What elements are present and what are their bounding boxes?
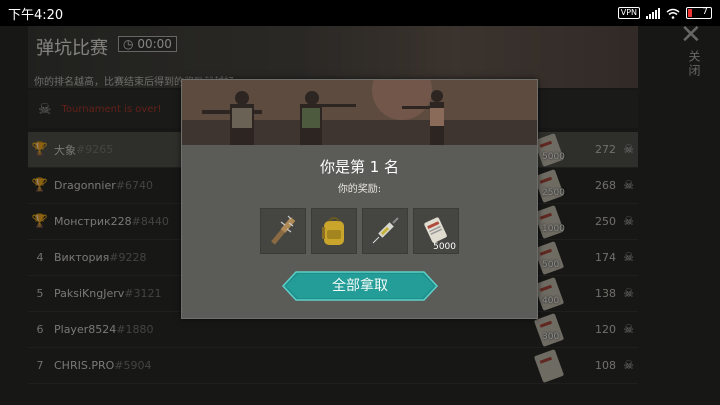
reward-label: 你的奖励: <box>337 184 382 195</box>
status-icons: VPN 7 <box>617 7 712 19</box>
item-count: 5000 <box>433 242 456 252</box>
spiked-club-icon <box>271 215 296 245</box>
placement-text: 你是第 1 名 <box>319 158 400 176</box>
reward-item-club[interactable] <box>260 208 306 254</box>
reward-item-backpack[interactable] <box>311 208 357 254</box>
reward-dialog: 你是第 1 名 你的奖励: 5000 全部拿取 <box>181 79 538 319</box>
wifi-icon <box>666 8 680 19</box>
signal-icon <box>646 7 660 19</box>
reward-item-ticket[interactable]: 5000 <box>413 208 459 254</box>
status-bar: 下午4:20 VPN 7 <box>0 0 720 26</box>
banner-illustration <box>182 80 537 145</box>
claim-all-label: 全部拿取 <box>332 278 388 294</box>
claim-all-button[interactable]: 全部拿取 <box>281 271 439 301</box>
vpn-badge: VPN <box>617 7 640 19</box>
syringe-icon <box>372 217 399 244</box>
reward-items: 5000 <box>260 208 459 254</box>
backpack-icon <box>322 217 344 245</box>
battery-level: 7 <box>702 7 708 17</box>
clock: 下午4:20 <box>8 7 64 23</box>
battery-icon: 7 <box>686 7 712 19</box>
reward-item-syringe[interactable] <box>362 208 408 254</box>
screen: 下午4:20 VPN 7 弹坑比赛 ◷ 00:00 你的排名越高，比赛结束后得到… <box>0 0 720 405</box>
